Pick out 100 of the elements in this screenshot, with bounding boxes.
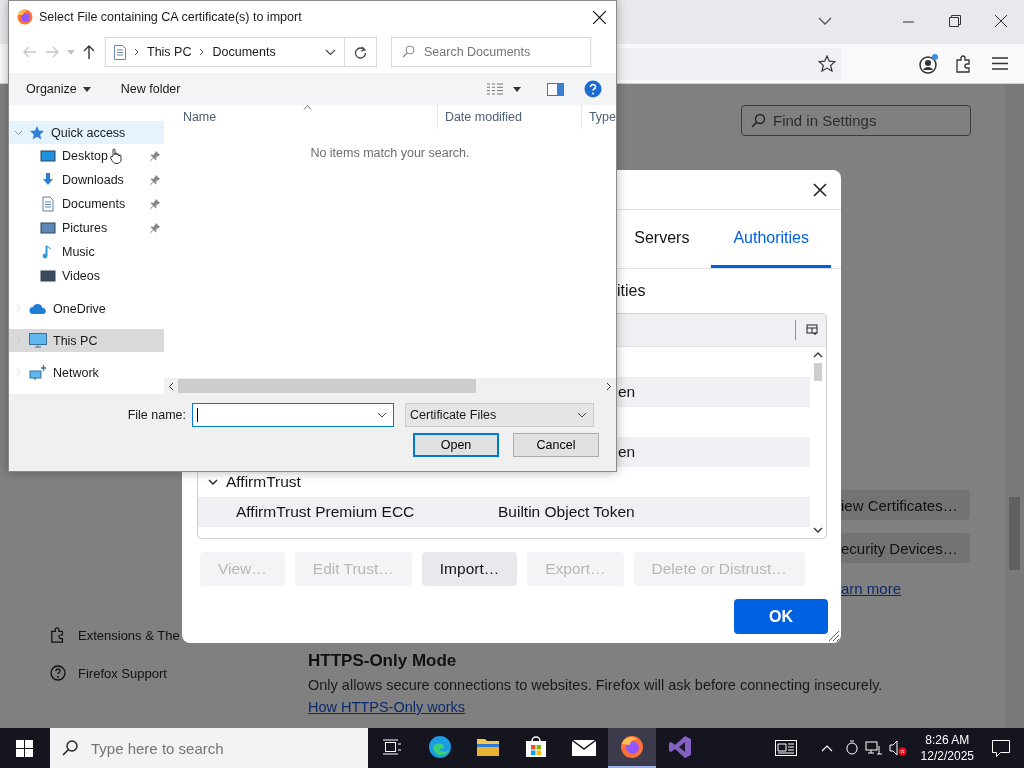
notification-icon[interactable] (992, 739, 1010, 757)
network-icon[interactable] (864, 740, 883, 756)
clock[interactable]: 8:26 AM 12/2/2025 (912, 728, 982, 768)
group-name[interactable]: AffirmTrust (226, 473, 301, 491)
chevron-down-icon[interactable] (208, 477, 218, 487)
menu-icon[interactable] (992, 57, 1008, 70)
chevron-down-icon[interactable] (325, 48, 336, 56)
scroll-right-icon[interactable] (606, 381, 612, 391)
find-in-settings-field[interactable]: Find in Settings (741, 105, 971, 136)
close-icon[interactable] (995, 15, 1007, 27)
token-cell: en (618, 443, 636, 461)
scrollbar[interactable] (1005, 84, 1024, 728)
breadcrumb[interactable]: This PC (147, 45, 192, 59)
up-arrow-icon[interactable] (83, 45, 95, 59)
tab[interactable]: Authorities (711, 210, 831, 268)
date: 12/2/2025 (920, 749, 974, 763)
refresh-icon (354, 45, 367, 59)
task-view-icon (383, 739, 401, 755)
scroll-up-icon[interactable] (813, 351, 823, 359)
dialog-button[interactable]: Cancel (513, 433, 599, 457)
search-icon (62, 740, 78, 756)
view-options-icon[interactable] (487, 83, 503, 95)
resize-grip-icon[interactable] (828, 630, 840, 642)
star-icon (29, 124, 45, 141)
help-icon[interactable] (584, 80, 602, 98)
tree-item[interactable]: Videos (9, 264, 164, 288)
scrollbar[interactable] (163, 378, 616, 394)
scroll-thumb[interactable] (1009, 497, 1020, 570)
column-header[interactable]: Type (581, 105, 616, 129)
close-icon[interactable] (813, 182, 827, 197)
sidebar-link[interactable]: Firefox Support (78, 665, 167, 681)
sidebar-link[interactable]: Extensions & The (78, 627, 180, 643)
tree-item[interactable]: Pictures (9, 216, 164, 240)
column-picker-icon[interactable] (806, 324, 818, 336)
taskbar-search-field[interactable]: Type here to search (50, 728, 368, 768)
caret-icon (82, 86, 91, 92)
dialog-button[interactable]: Import… (421, 552, 518, 586)
column-header[interactable]: Date modified (437, 105, 582, 129)
puzzle-icon[interactable] (955, 55, 973, 73)
sync-icon[interactable] (844, 740, 859, 756)
sort-caret-icon (302, 105, 312, 110)
chevron-right-icon (134, 48, 139, 56)
section-description: Only allows secure connections to websites. Firefox will ask before connecting insecurely. (308, 677, 883, 693)
caret-icon[interactable] (513, 86, 521, 92)
scroll-left-icon[interactable] (167, 381, 174, 391)
settings-button[interactable]: iew Certificates… (841, 490, 970, 520)
dialog-button[interactable]: Open (413, 433, 499, 457)
tree-item[interactable]: OneDrive (9, 297, 164, 320)
file-name-label: File name: (126, 408, 187, 422)
tab-list-icon[interactable] (818, 16, 832, 26)
account-icon[interactable] (918, 53, 940, 75)
taskbar-app[interactable] (608, 728, 656, 768)
scroll-down-icon[interactable] (813, 526, 823, 534)
search-icon (402, 45, 415, 58)
tree-item[interactable]: Documents (9, 192, 164, 216)
tree-item[interactable]: Downloads (9, 168, 164, 192)
store-bag-icon (525, 736, 547, 758)
infinity-logo-icon (668, 735, 692, 759)
tree-item[interactable]: This PC (9, 329, 164, 352)
breadcrumb[interactable]: Documents (212, 45, 276, 59)
close-icon[interactable] (593, 10, 606, 24)
tree-item[interactable]: Music (9, 240, 164, 264)
ok-button[interactable]: OK (734, 599, 828, 634)
search-field[interactable]: Search Documents (391, 37, 591, 67)
token-cell: Builtin Object Token (498, 503, 635, 521)
tree-item[interactable]: Quick access (9, 121, 164, 144)
search-icon (751, 113, 766, 128)
cloud-icon (29, 302, 47, 315)
settings-button[interactable]: ecurity Devices… (841, 533, 970, 563)
muted-speaker-icon[interactable] (888, 740, 907, 756)
star-icon[interactable] (818, 55, 836, 73)
monitor-icon (29, 333, 47, 348)
puzzle-icon (50, 627, 66, 643)
chevron-right-icon (199, 48, 205, 56)
tree-item[interactable]: Network (9, 361, 164, 384)
browser-logo-icon (17, 9, 33, 25)
certificate-name[interactable]: AffirmTrust Premium ECC (208, 503, 498, 521)
scroll-thumb[interactable] (814, 363, 822, 381)
column-header[interactable]: Name (163, 105, 438, 129)
restore-icon[interactable] (949, 15, 961, 27)
organize-menu[interactable]: Organize (26, 82, 91, 96)
section-heading: HTTPS-Only Mode (308, 651, 457, 671)
file-name-field[interactable] (192, 403, 394, 427)
preview-pane-icon[interactable] (547, 82, 564, 96)
news-icon[interactable] (774, 740, 797, 756)
chevron-down-icon (577, 412, 587, 418)
window-title: Select File containing CA certificate(s) to import (39, 10, 303, 24)
chevron-up-icon[interactable] (820, 744, 833, 752)
address-bar[interactable]: This PC Documents (105, 37, 345, 67)
refresh-button[interactable] (345, 37, 377, 67)
file-type-dropdown[interactable]: Certificate Files (405, 403, 594, 427)
chevron-down-icon[interactable] (377, 412, 387, 418)
time: 8:26 AM (925, 733, 970, 747)
scroll-thumb[interactable] (177, 379, 476, 393)
tree-item[interactable]: Desktop (9, 144, 164, 168)
edge-logo-icon (428, 735, 452, 759)
hand-cursor-icon (109, 148, 122, 164)
network-icon (29, 365, 47, 380)
mail-icon (572, 738, 596, 756)
new-folder-button[interactable]: New folder (120, 82, 181, 96)
